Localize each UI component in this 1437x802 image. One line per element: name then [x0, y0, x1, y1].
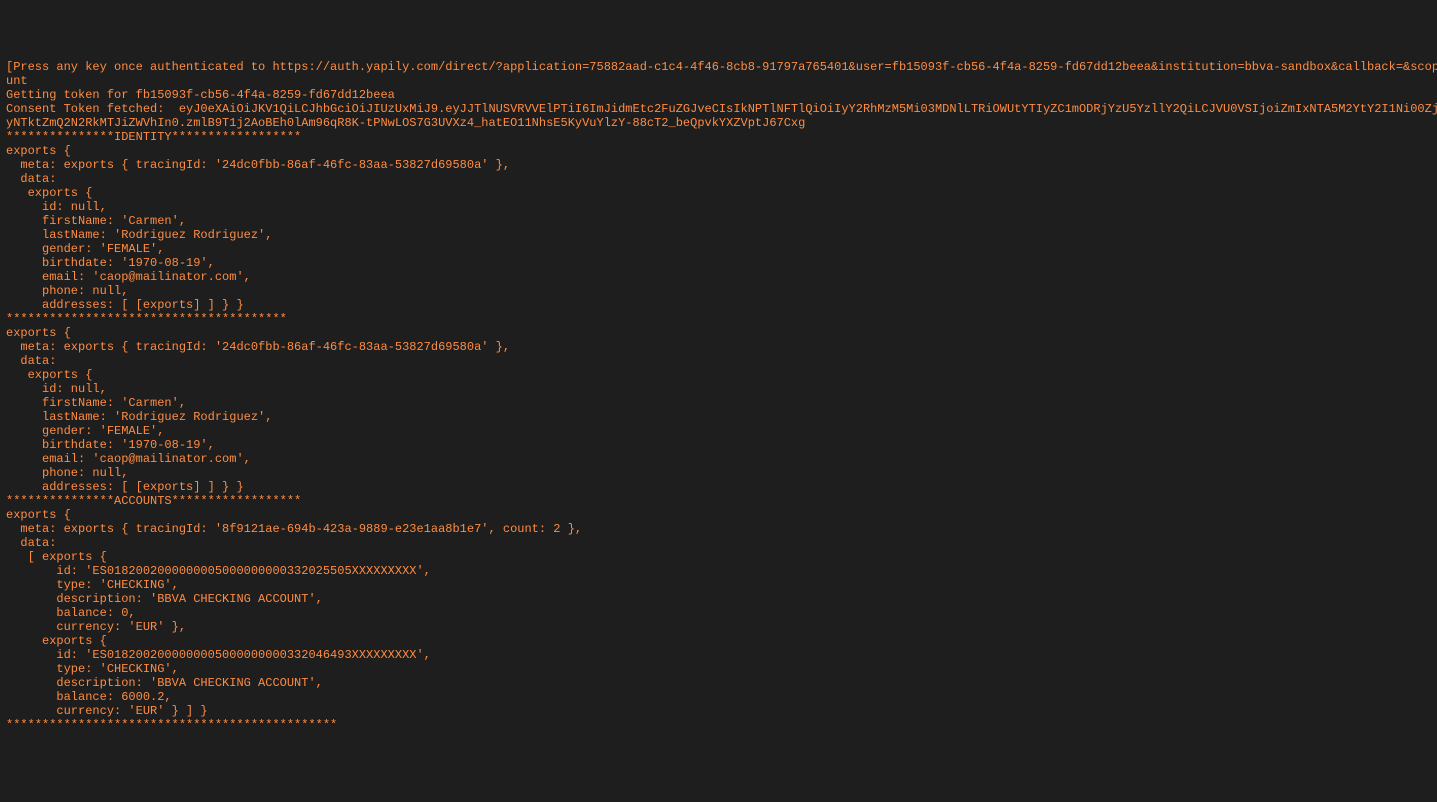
terminal-line: ***************IDENTITY*****************… — [6, 130, 1431, 144]
terminal-line: exports { — [6, 634, 1431, 648]
terminal-line: email: 'caop@mailinator.com', — [6, 452, 1431, 466]
terminal-line: gender: 'FEMALE', — [6, 242, 1431, 256]
terminal-line: type: 'CHECKING', — [6, 578, 1431, 592]
terminal-line: addresses: [ [exports] ] } } — [6, 298, 1431, 312]
terminal-line: description: 'BBVA CHECKING ACCOUNT', — [6, 676, 1431, 690]
terminal-line: email: 'caop@mailinator.com', — [6, 270, 1431, 284]
terminal-output[interactable]: [Press any key once authenticated to htt… — [6, 60, 1431, 732]
terminal-line: currency: 'EUR' }, — [6, 620, 1431, 634]
terminal-line: phone: null, — [6, 284, 1431, 298]
terminal-line: unt — [6, 74, 1431, 88]
terminal-line: id: 'ES018200200000000500000000033202550… — [6, 564, 1431, 578]
terminal-line: exports { — [6, 508, 1431, 522]
terminal-line: birthdate: '1970-08-19', — [6, 256, 1431, 270]
terminal-line: meta: exports { tracingId: '24dc0fbb-86a… — [6, 158, 1431, 172]
terminal-line: id: 'ES018200200000000500000000033204649… — [6, 648, 1431, 662]
terminal-line: Consent Token fetched: eyJ0eXAiOiJKV1QiL… — [6, 102, 1431, 116]
terminal-line: Getting token for fb15093f-cb56-4f4a-825… — [6, 88, 1431, 102]
terminal-line: id: null, — [6, 200, 1431, 214]
terminal-line: balance: 0, — [6, 606, 1431, 620]
terminal-line: meta: exports { tracingId: '8f9121ae-694… — [6, 522, 1431, 536]
terminal-line: data: — [6, 536, 1431, 550]
terminal-line: id: null, — [6, 382, 1431, 396]
terminal-line: [Press any key once authenticated to htt… — [6, 60, 1431, 74]
terminal-line: lastName: 'Rodriguez Rodriguez', — [6, 410, 1431, 424]
terminal-line: lastName: 'Rodriguez Rodriguez', — [6, 228, 1431, 242]
terminal-line: meta: exports { tracingId: '24dc0fbb-86a… — [6, 340, 1431, 354]
terminal-line: exports { — [6, 326, 1431, 340]
terminal-line: exports { — [6, 368, 1431, 382]
terminal-line: description: 'BBVA CHECKING ACCOUNT', — [6, 592, 1431, 606]
terminal-line: balance: 6000.2, — [6, 690, 1431, 704]
terminal-line: birthdate: '1970-08-19', — [6, 438, 1431, 452]
terminal-line: data: — [6, 172, 1431, 186]
terminal-line: data: — [6, 354, 1431, 368]
terminal-line: *************************************** — [6, 312, 1431, 326]
terminal-line: addresses: [ [exports] ] } } — [6, 480, 1431, 494]
terminal-line: gender: 'FEMALE', — [6, 424, 1431, 438]
terminal-line: ****************************************… — [6, 718, 1431, 732]
terminal-line: [ exports { — [6, 550, 1431, 564]
terminal-line: exports { — [6, 144, 1431, 158]
terminal-line: firstName: 'Carmen', — [6, 214, 1431, 228]
terminal-line: exports { — [6, 186, 1431, 200]
terminal-line: currency: 'EUR' } ] } — [6, 704, 1431, 718]
terminal-line: ***************ACCOUNTS*****************… — [6, 494, 1431, 508]
terminal-line: firstName: 'Carmen', — [6, 396, 1431, 410]
terminal-line: phone: null, — [6, 466, 1431, 480]
terminal-line: type: 'CHECKING', — [6, 662, 1431, 676]
terminal-line: yNTktZmQ2N2RkMTJiZWVhIn0.zmlB9T1j2AoBEh0… — [6, 116, 1431, 130]
